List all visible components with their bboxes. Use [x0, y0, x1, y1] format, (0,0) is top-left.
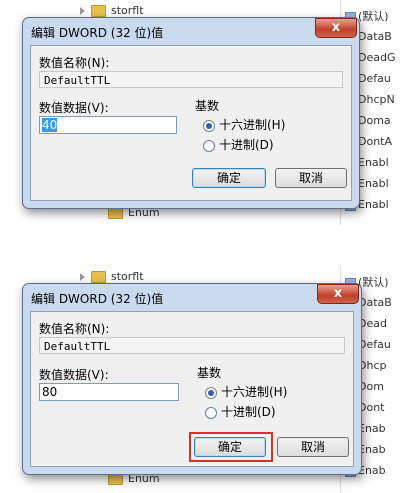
value-data-label: 数值数据(V):	[39, 101, 109, 115]
value-data-label: 数值数据(V):	[39, 368, 109, 382]
tree-item-storflt[interactable]: storflt	[80, 4, 144, 17]
hex-radio[interactable]: 十六进制(H)	[205, 383, 287, 400]
dialog-body: 数值名称(N): DefaultTTL 数值数据(V): 40 基数 十六进制(…	[30, 45, 352, 201]
dialog-title: 编辑 DWORD (32 位)值	[31, 292, 164, 306]
value-data-input[interactable]: 80	[39, 383, 179, 401]
value-data-input[interactable]: 40	[39, 116, 177, 134]
dialog-title: 编辑 DWORD (32 位)值	[31, 26, 164, 40]
input-text: 80	[42, 385, 58, 399]
base-group-label: 基数	[197, 366, 222, 380]
value-name-field: DefaultTTL	[39, 337, 345, 354]
folder-icon	[91, 5, 106, 17]
cancel-button[interactable]: 取消	[277, 437, 349, 457]
radio-selected-icon	[203, 119, 215, 132]
dialog-body: 数值名称(N): DefaultTTL 数值数据(V): 80 基数 十六进制(…	[30, 311, 354, 467]
screenshot-panel-2: storflt Enum (默认) DataB Dead Defau Dhcp …	[0, 266, 405, 493]
value-name-label: 数值名称(N):	[39, 56, 110, 70]
ok-button[interactable]: 确定	[194, 437, 266, 457]
selected-text: 40	[42, 118, 58, 132]
radio-empty-icon	[205, 406, 217, 419]
folder-icon	[91, 271, 106, 283]
edit-dword-dialog: 编辑 DWORD (32 位)值 x 数值名称(N): DefaultTTL 数…	[22, 17, 360, 209]
edit-dword-dialog: 编辑 DWORD (32 位)值 x 数值名称(N): DefaultTTL 数…	[22, 283, 362, 475]
radio-empty-icon	[203, 139, 215, 152]
screenshot-panel-1: storflt Enum (默认) DataB DeadG Defau Dhcp…	[0, 0, 405, 225]
hex-radio[interactable]: 十六进制(H)	[203, 116, 285, 133]
close-button[interactable]: x	[315, 18, 357, 38]
expand-arrow-icon[interactable]	[80, 273, 85, 281]
tree-item-label: storflt	[111, 270, 144, 283]
ok-button[interactable]: 确定	[192, 168, 266, 188]
value-name-label: 数值名称(N):	[39, 322, 110, 336]
expand-arrow-icon[interactable]	[80, 7, 85, 15]
radio-selected-icon	[205, 386, 217, 399]
base-group-label: 基数	[195, 99, 220, 113]
decimal-radio[interactable]: 十进制(D)	[203, 136, 274, 153]
value-name-field: DefaultTTL	[39, 71, 343, 88]
decimal-radio[interactable]: 十进制(D)	[205, 403, 276, 420]
cancel-button[interactable]: 取消	[275, 168, 347, 188]
tree-item-label: storflt	[111, 4, 144, 17]
tree-item-storflt[interactable]: storflt	[80, 270, 144, 283]
close-button[interactable]: x	[317, 284, 359, 304]
